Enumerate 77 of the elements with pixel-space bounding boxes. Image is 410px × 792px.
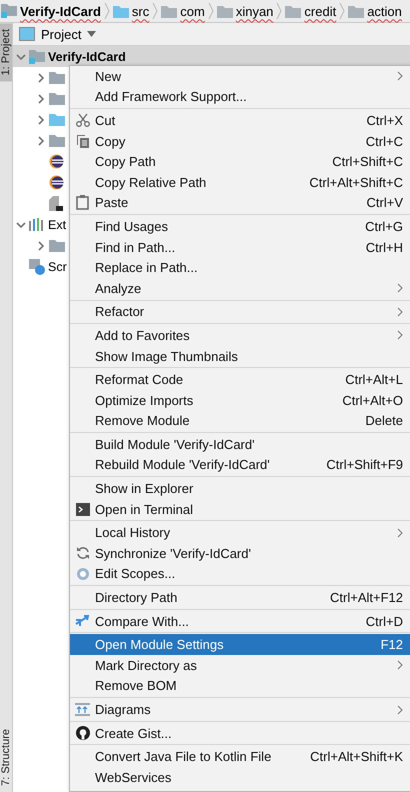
menu-item[interactable]: Build Module 'Verify-IdCard' xyxy=(70,434,410,455)
jdk-folder-icon xyxy=(49,239,65,252)
menu-item[interactable]: Reformat Code Ctrl+Alt+L xyxy=(70,369,410,390)
menu-item[interactable]: Convert Java File to Kotlin File Ctrl+Alt+Shift+K xyxy=(70,746,410,767)
source-folder-icon xyxy=(112,4,129,18)
eclipse-file-icon xyxy=(49,154,64,169)
chevron-icon xyxy=(104,2,110,20)
terminal-icon xyxy=(76,502,90,516)
tree-item-label[interactable]: Scr xyxy=(48,260,67,274)
folder-icon xyxy=(49,92,65,105)
menu-item[interactable]: Remove Module Delete xyxy=(70,410,410,432)
compare-arrows-icon xyxy=(75,614,90,628)
chevron-icon xyxy=(152,2,158,20)
module-folder-icon xyxy=(1,4,17,18)
project-view-dropdown[interactable]: Project xyxy=(41,26,82,42)
folder-icon xyxy=(49,134,65,147)
package-folder-icon xyxy=(161,4,178,18)
menu-item[interactable]: Diagrams xyxy=(70,699,410,720)
chevron-icon xyxy=(339,2,346,20)
package-folder-icon xyxy=(285,4,302,18)
diagram-icon xyxy=(75,703,90,716)
project-window-icon xyxy=(19,27,35,41)
breadcrumb-item[interactable]: Verify-IdCard xyxy=(20,4,101,18)
menu-item[interactable]: Show Image Thumbnails xyxy=(70,346,410,366)
menu-item[interactable]: Show in Explorer xyxy=(70,478,410,499)
menu-item[interactable]: Cut Ctrl+X xyxy=(70,110,410,131)
breadcrumb-item[interactable]: action xyxy=(367,4,402,18)
chevron-icon xyxy=(208,2,214,20)
package-folder-icon xyxy=(216,4,233,18)
copy-icon xyxy=(76,134,90,148)
menu-item[interactable]: Add to Favorites xyxy=(70,325,410,346)
menu-item[interactable]: Local History xyxy=(70,522,410,544)
tree-item-label[interactable]: Verify-IdCard xyxy=(48,50,126,64)
menu-item[interactable]: Open in Terminal xyxy=(70,498,410,520)
side-tab[interactable]: 1: Project xyxy=(0,23,12,82)
menu-item[interactable]: Mark Directory as xyxy=(70,655,410,676)
menu-item[interactable]: Rebuild Module 'Verify-IdCard' Ctrl+Shift+F9 xyxy=(70,454,410,476)
menu-item[interactable]: Synchronize 'Verify-IdCard' xyxy=(70,543,410,564)
dropdown-arrow-icon[interactable] xyxy=(87,31,96,37)
scratches-icon xyxy=(29,258,45,274)
menu-item[interactable]: Optimize Imports Ctrl+Alt+O xyxy=(70,390,410,410)
side-tab[interactable]: 7: Structure xyxy=(0,723,12,792)
menu-item[interactable]: Copy Path Ctrl+Shift+C xyxy=(70,151,410,172)
menu-item[interactable]: Add Framework Support... xyxy=(70,86,410,108)
chevron-icon xyxy=(276,2,282,20)
menu-item[interactable]: Create Gist... xyxy=(70,722,410,744)
menu-item[interactable]: Copy Ctrl+C xyxy=(70,130,410,152)
menu-item[interactable]: Find in Path... Ctrl+H xyxy=(70,236,410,258)
menu-item[interactable]: Find Usages Ctrl+G xyxy=(70,216,410,237)
sync-icon xyxy=(76,546,90,560)
file-icon xyxy=(49,196,63,211)
menu-item[interactable]: Replace in Path... xyxy=(70,257,410,278)
menu-item[interactable]: Refactor xyxy=(70,302,410,322)
menu-item[interactable]: Edit Scopes... xyxy=(70,564,410,584)
menu-item[interactable]: Paste Ctrl+V xyxy=(70,192,410,214)
folder-icon xyxy=(49,71,65,84)
menu-item[interactable]: Analyze xyxy=(70,278,410,299)
menu-item[interactable]: WebServices xyxy=(70,767,410,788)
tree-item-label[interactable]: Ext xyxy=(48,218,66,232)
clipboard-icon xyxy=(76,195,89,210)
eclipse-file-icon xyxy=(49,175,64,190)
scissors-icon xyxy=(76,113,90,128)
module-folder-icon xyxy=(29,50,45,64)
source-folder-icon xyxy=(49,113,65,126)
breadcrumb-item[interactable]: xinyan xyxy=(236,4,274,18)
menu-item[interactable]: Remove BOM xyxy=(70,676,410,696)
menu-item[interactable]: Open Module Settings F12 xyxy=(70,634,410,656)
package-folder-icon xyxy=(348,4,364,18)
target-icon xyxy=(76,566,90,581)
menu-item[interactable]: Compare With... Ctrl+D xyxy=(70,610,410,632)
breadcrumb-item[interactable]: src xyxy=(132,4,150,18)
menu-item[interactable]: New xyxy=(70,66,410,87)
libraries-icon xyxy=(29,218,45,231)
breadcrumb-item[interactable]: credit xyxy=(304,4,336,18)
menu-item[interactable]: Directory Path Ctrl+Alt+F12 xyxy=(70,587,410,608)
menu-item[interactable]: Copy Relative Path Ctrl+Alt+Shift+C xyxy=(70,172,410,193)
breadcrumb-item[interactable]: com xyxy=(180,4,205,18)
